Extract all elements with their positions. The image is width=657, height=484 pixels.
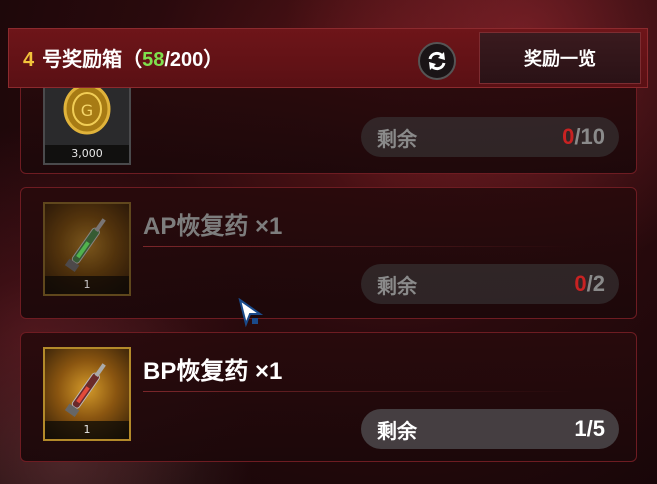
reward-item-name: BP恢复药 ×1 [143,358,283,385]
box-count-current: 58 [142,49,165,71]
box-label: 号奖励箱 [42,49,123,71]
reward-item-card: 1 AP恢复药 ×1 剩余 0/2 [20,187,637,319]
reward-item-icon-frame: 1 [43,347,131,441]
box-count-open: （ [122,49,143,71]
reward-item-quantity: 1 [45,276,129,294]
remaining-label: 剩余 [377,275,417,298]
remaining-total: /10 [574,124,605,149]
ap-potion-syringe-icon [64,218,106,273]
gold-coin-icon: G [63,83,111,135]
reward-item-name: AP恢复药 ×1 [143,213,283,240]
remaining-count-pill: 剩余 0/10 [361,117,619,157]
svg-text:G: G [81,101,93,120]
remaining-total: /5 [586,416,605,441]
refresh-button[interactable] [418,42,456,80]
remaining-count: 0/10 [562,124,605,150]
box-number: 4 [23,49,35,71]
remaining-label: 剩余 [377,420,417,443]
remaining-count-pill: 剩余 1/5 [361,409,619,449]
remaining-count: 0/2 [574,271,605,297]
reward-item-quantity: 3,000 [45,145,129,163]
reward-item-card: 1 BP恢复药 ×1 剩余 1/5 [20,332,637,462]
remaining-count-pill: 剩余 0/2 [361,264,619,304]
reward-list-button[interactable]: 奖励一览 [479,32,641,84]
divider [143,391,573,392]
remaining-total: /2 [586,271,605,296]
reward-item-quantity: 1 [45,421,129,439]
remaining-count: 1/5 [574,416,605,442]
remaining-current: 1 [574,416,587,441]
reward-item-icon-frame: 1 [43,202,131,296]
remaining-current: 0 [562,124,575,149]
bp-potion-syringe-icon [64,363,106,418]
box-count-total: /200） [164,49,224,71]
mouse-cursor-icon [238,298,264,328]
divider [143,246,573,247]
reward-box-header: 4 号奖励箱（58/200） 奖励一览 [8,28,648,88]
remaining-current: 0 [574,271,587,296]
refresh-icon [428,51,446,71]
reward-box-title: 4 号奖励箱（58/200） [23,43,223,72]
remaining-label: 剩余 [377,128,417,151]
reward-item-icon-frame: G 3,000 [43,77,131,165]
